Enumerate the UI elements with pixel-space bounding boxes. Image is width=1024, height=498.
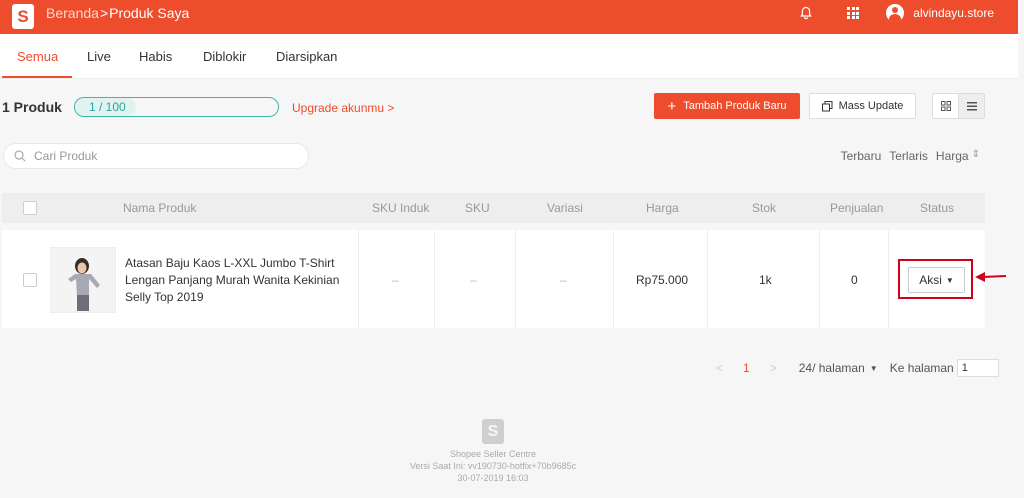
- prev-page-icon[interactable]: <: [716, 361, 723, 375]
- user-avatar-icon[interactable]: [886, 4, 905, 22]
- tab-habis[interactable]: Habis: [139, 49, 172, 64]
- add-product-label: Tambah Produk Baru: [683, 100, 787, 112]
- column-divider: [434, 230, 435, 328]
- table-row: Atasan Baju Kaos L-XXL Jumbo T-Shirt Len…: [2, 230, 985, 328]
- view-toggle: [932, 93, 985, 119]
- column-divider: [707, 230, 708, 328]
- quota-text: 1 / 100: [89, 100, 126, 114]
- header-variasi: Variasi: [547, 201, 583, 215]
- list-view-icon: [966, 101, 977, 110]
- username[interactable]: alvindayu.store: [913, 6, 994, 20]
- product-quota-bar: 1 / 100: [74, 97, 279, 117]
- shopee-logo-icon[interactable]: S: [12, 4, 34, 29]
- cell-stok: 1k: [759, 273, 772, 287]
- tab-diblokir[interactable]: Diblokir: [203, 49, 246, 64]
- tab-semua[interactable]: Semua: [17, 49, 58, 64]
- header-stok: Stok: [752, 201, 777, 215]
- product-search: [3, 143, 309, 169]
- list-view-button[interactable]: [958, 94, 984, 118]
- aksi-label: Aksi: [919, 273, 942, 287]
- search-input[interactable]: [34, 149, 274, 163]
- footer-date: 30-07-2019 16:03: [457, 473, 529, 483]
- product-status-tabs: Semua Live Habis Diblokir Diarsipkan: [0, 34, 1018, 79]
- header-status: Status: [920, 201, 955, 215]
- cell-sku: –: [470, 273, 477, 287]
- copy-icon: [821, 100, 833, 111]
- goto-page-label: Ke halaman: [889, 361, 954, 375]
- active-tab-indicator: [2, 76, 72, 78]
- table-header: Nama Produk SKU Induk SKU Variasi Harga …: [2, 193, 985, 223]
- bell-icon[interactable]: [799, 6, 813, 20]
- cell-variasi: –: [560, 273, 567, 287]
- search-icon: [14, 150, 26, 162]
- breadcrumb: Beranda > Produk Saya: [46, 5, 189, 21]
- mass-update-button[interactable]: Mass Update: [809, 93, 916, 119]
- caret-down-icon: ▼: [945, 275, 954, 285]
- grid-view-icon: [940, 101, 951, 111]
- sort-terlaris[interactable]: Terlaris: [889, 149, 928, 163]
- plus-icon: +: [667, 97, 677, 115]
- column-divider: [358, 230, 359, 328]
- upgrade-account-link[interactable]: Upgrade akunmu >: [292, 101, 394, 115]
- product-name[interactable]: Atasan Baju Kaos L-XXL Jumbo T-Shirt Len…: [125, 255, 350, 306]
- header-penjualan: Penjualan: [830, 201, 884, 215]
- apps-grid-icon[interactable]: [847, 7, 860, 19]
- header-sku: SKU: [465, 201, 490, 215]
- footer-title: Shopee Seller Centre: [449, 449, 537, 459]
- column-divider: [515, 230, 516, 328]
- sort-harga[interactable]: Harga: [936, 149, 969, 163]
- header-sku-induk: SKU Induk: [372, 201, 430, 215]
- top-navigation-bar: S Beranda > Produk Saya alvindayu.store: [0, 0, 1018, 34]
- pagination: < 1 > 24/ halaman ▼ Ke halaman 1: [716, 359, 999, 377]
- row-checkbox[interactable]: [23, 273, 37, 287]
- product-thumbnail[interactable]: [50, 247, 116, 313]
- next-page-icon[interactable]: >: [770, 361, 777, 375]
- annotation-arrow-icon: [975, 272, 1007, 282]
- cell-sku-induk: –: [392, 273, 399, 287]
- column-divider: [613, 230, 614, 328]
- sort-options: Terbaru Terlaris Harga ⇕: [833, 149, 980, 163]
- page-number-current[interactable]: 1: [743, 361, 750, 375]
- tab-live[interactable]: Live: [87, 49, 111, 64]
- product-count: 1 Produk: [2, 99, 62, 115]
- goto-page-input[interactable]: 1: [956, 359, 999, 377]
- topbar-actions: alvindayu.store: [799, 4, 994, 22]
- caret-down-icon[interactable]: ▼: [870, 364, 878, 373]
- footer-info: Shopee Seller Centre Versi Saat Ini: vv1…: [393, 448, 593, 484]
- select-all-checkbox[interactable]: [23, 201, 37, 215]
- breadcrumb-separator: >: [99, 5, 109, 21]
- tab-diarsipkan[interactable]: Diarsipkan: [276, 49, 337, 64]
- per-page-select[interactable]: 24/ halaman: [799, 361, 865, 375]
- aksi-dropdown-button[interactable]: Aksi ▼: [908, 267, 965, 293]
- header-nama-produk: Nama Produk: [123, 201, 197, 215]
- header-harga: Harga: [646, 201, 679, 215]
- product-image: [51, 248, 115, 312]
- add-product-button[interactable]: + Tambah Produk Baru: [654, 93, 800, 119]
- shopee-footer-logo-icon: S: [482, 419, 504, 444]
- breadcrumb-current: Produk Saya: [109, 5, 190, 21]
- footer-version: Versi Saat Ini: vv190730-hotfix+70b9685c: [409, 461, 577, 471]
- mass-update-label: Mass Update: [838, 100, 904, 112]
- grid-view-button[interactable]: [933, 94, 958, 118]
- breadcrumb-home-link[interactable]: Beranda: [46, 5, 99, 21]
- sort-terbaru[interactable]: Terbaru: [841, 149, 882, 163]
- cell-penjualan: 0: [851, 273, 858, 287]
- column-divider: [819, 230, 820, 328]
- cell-harga: Rp75.000: [636, 273, 689, 287]
- column-divider: [888, 230, 889, 328]
- sort-arrows-icon[interactable]: ⇕: [972, 149, 980, 163]
